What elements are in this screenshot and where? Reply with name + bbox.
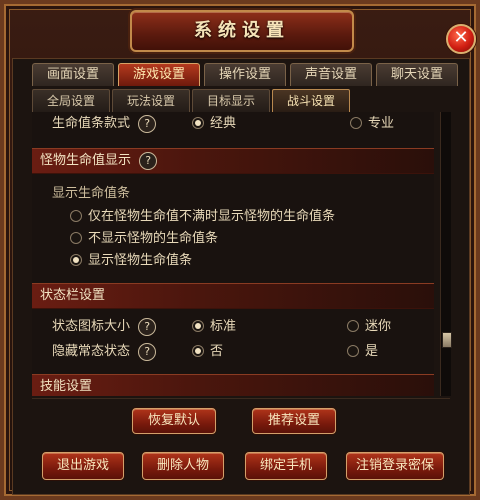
footer-divider (32, 398, 450, 399)
hide-status-yes-option[interactable]: 是 (347, 340, 378, 364)
tab-sound-settings[interactable]: 声音设置 (290, 63, 372, 86)
status-icon-size-row: 状态图标大小 ? 标准 迷你 (32, 315, 434, 339)
subtab-gameplay-settings[interactable]: 玩法设置 (112, 89, 191, 113)
hp-style-pro-option[interactable]: 专业 (350, 112, 394, 136)
monster-hp-when-damaged-option[interactable]: 仅在怪物生命值不满时显示怪物的生命值条 (70, 205, 335, 229)
show-hp-bar-label-row: 显示生命值条 (32, 182, 434, 206)
radio-checked-icon[interactable] (70, 253, 82, 266)
monster-hp-option-row: 不显示怪物的生命值条 (32, 227, 434, 251)
radio-unchecked-icon[interactable] (350, 116, 362, 129)
subtab-combat-settings[interactable]: 战斗设置 (272, 89, 351, 113)
tab-control-settings[interactable]: 操作设置 (204, 63, 286, 86)
hide-normal-status-row: 隐藏常态状态 ? 否 是 (32, 340, 434, 364)
radio-unchecked-icon[interactable] (347, 344, 359, 357)
radio-checked-icon[interactable] (192, 344, 204, 357)
hide-status-no-option[interactable]: 否 (192, 340, 223, 364)
main-tabs: 画面设置 游戏设置 操作设置 声音设置 聊天设置 (32, 63, 462, 87)
radio-unchecked-icon[interactable] (347, 319, 359, 332)
help-icon[interactable]: ? (138, 114, 157, 133)
section-title: 怪物生命值显示 (40, 153, 132, 168)
section-title: 技能设置 (40, 379, 93, 394)
settings-scroll-area: 生命值条款式 ? 经典 专业 怪物生命值显示 ? 显示生命值条 仅在怪物生命值不… (32, 112, 434, 396)
help-icon[interactable]: ? (139, 151, 158, 170)
tab-chat-settings[interactable]: 聊天设置 (376, 63, 458, 86)
status-bar-section-header: 状态栏设置 (32, 283, 434, 309)
exit-game-button[interactable]: 退出游戏 (42, 452, 124, 480)
radio-checked-icon[interactable] (192, 319, 204, 332)
hp-bar-style-label: 生命值条款式 (52, 116, 131, 131)
recommended-settings-button[interactable]: 推荐设置 (252, 408, 336, 434)
help-icon[interactable]: ? (138, 342, 157, 361)
monster-hp-option-row: 显示怪物生命值条 (32, 249, 434, 273)
status-size-mini-option[interactable]: 迷你 (347, 315, 391, 339)
radio-checked-icon[interactable] (192, 116, 204, 129)
show-hp-bar-label: 显示生命值条 (52, 186, 131, 201)
skill-section-header: 技能设置 (32, 374, 434, 396)
radio-unchecked-icon[interactable] (70, 209, 82, 222)
subtab-target-display[interactable]: 目标显示 (192, 89, 271, 113)
settings-scrollbar[interactable] (440, 112, 452, 396)
monster-hp-option-row: 仅在怪物生命值不满时显示怪物的生命值条 (32, 205, 434, 229)
status-size-standard-option[interactable]: 标准 (192, 315, 236, 339)
cancel-login-password-button[interactable]: 注销登录密保 (346, 452, 444, 480)
delete-character-button[interactable]: 删除人物 (142, 452, 224, 480)
close-icon[interactable]: ✕ (446, 24, 476, 54)
scrollbar-thumb[interactable] (442, 332, 452, 348)
subtab-global-settings[interactable]: 全局设置 (32, 89, 111, 113)
monster-hp-show-option[interactable]: 显示怪物生命值条 (70, 249, 192, 273)
monster-hp-hide-option[interactable]: 不显示怪物的生命值条 (70, 227, 218, 251)
hp-bar-style-row: 生命值条款式 ? 经典 专业 (32, 112, 434, 136)
hide-normal-status-label: 隐藏常态状态 (52, 344, 131, 359)
sub-tabs: 全局设置 玩法设置 目标显示 战斗设置 (32, 89, 352, 113)
status-icon-size-label: 状态图标大小 (52, 319, 131, 334)
monster-hp-section-header: 怪物生命值显示 ? (32, 148, 434, 174)
tab-game-settings[interactable]: 游戏设置 (118, 63, 200, 86)
restore-default-button[interactable]: 恢复默认 (132, 408, 216, 434)
radio-unchecked-icon[interactable] (70, 231, 82, 244)
tab-graphics-settings[interactable]: 画面设置 (32, 63, 114, 86)
section-title: 状态栏设置 (40, 288, 106, 303)
help-icon[interactable]: ? (138, 317, 157, 336)
window-title: 系统设置 (130, 10, 354, 52)
hp-style-classic-option[interactable]: 经典 (192, 112, 236, 136)
bind-phone-button[interactable]: 绑定手机 (245, 452, 327, 480)
